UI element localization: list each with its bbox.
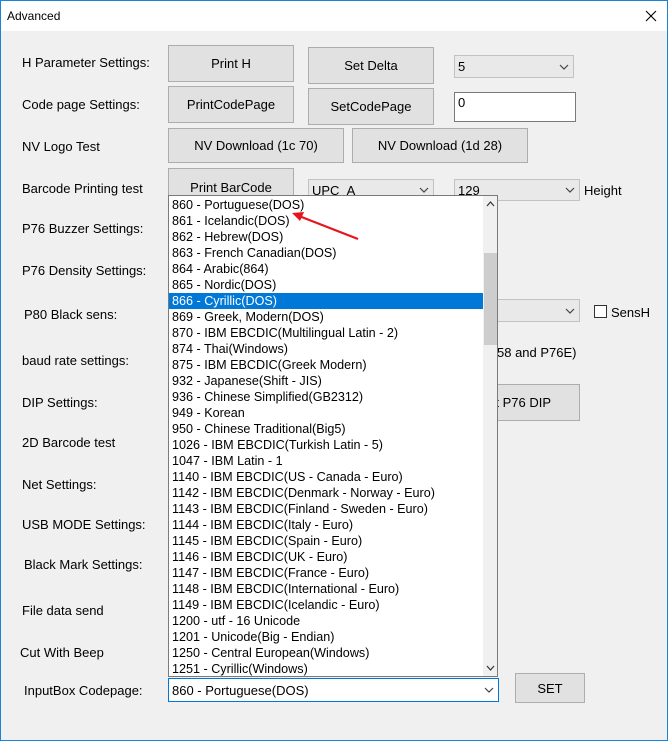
dropdown-option[interactable]: 864 - Arabic(864) (169, 261, 483, 277)
scroll-down-icon[interactable] (483, 660, 497, 676)
title-bar: Advanced (1, 1, 667, 31)
p76-buzzer-label: P76 Buzzer Settings: (22, 221, 144, 236)
height-label: Height (584, 183, 622, 198)
baud-rate-label: baud rate settings: (22, 353, 129, 368)
dropdown-option[interactable]: 1201 - Unicode(Big - Endian) (169, 629, 483, 645)
dropdown-option[interactable]: 1144 - IBM EBCDIC(Italy - Euro) (169, 517, 483, 533)
dropdown-option[interactable]: 862 - Hebrew(DOS) (169, 229, 483, 245)
dropdown-option[interactable]: 1145 - IBM EBCDIC(Spain - Euro) (169, 533, 483, 549)
dropdown-option[interactable]: 950 - Chinese Traditional(Big5) (169, 421, 483, 437)
inputbox-codepage-label: InputBox Codepage: (24, 683, 143, 698)
p80-black-combo[interactable] (491, 299, 580, 322)
set-delta-button[interactable]: Set Delta (308, 47, 434, 84)
dropdown-option[interactable]: 874 - Thai(Windows) (169, 341, 483, 357)
nv-download-1d28-button[interactable]: NV Download (1d 28) (352, 128, 528, 163)
barcode-label: Barcode Printing test (22, 181, 143, 196)
code-page-input[interactable]: 0 (454, 92, 576, 122)
dropdown-items: 860 - Portuguese(DOS) 861 - Icelandic(DOS… (169, 197, 483, 676)
dropdown-option[interactable]: 875 - IBM EBCDIC(Greek Modern) (169, 357, 483, 373)
dip-label: DIP Settings: (22, 395, 98, 410)
h-parameter-label: H Parameter Settings: (22, 55, 150, 70)
window-title: Advanced (7, 9, 61, 23)
p80-black-label: P80 Black sens: (24, 307, 118, 322)
close-icon[interactable] (637, 3, 665, 29)
dropdown-option[interactable]: 861 - Icelandic(DOS) (169, 213, 483, 229)
dropdown-option[interactable]: 869 - Greek, Modern(DOS) (169, 309, 483, 325)
chevron-down-icon (564, 306, 576, 316)
dropdown-option[interactable]: 949 - Korean (169, 405, 483, 421)
code-page-label: Code page Settings: (22, 97, 140, 112)
dropdown-option[interactable]: 932 - Japanese(Shift - JIS) (169, 373, 483, 389)
print-h-button[interactable]: Print H (168, 45, 294, 82)
usb-mode-label: USB MODE Settings: (22, 517, 146, 532)
p76-density-label: P76 Density Settings: (22, 263, 147, 278)
inputbox-codepage-combo[interactable]: 860 - Portuguese(DOS) (168, 678, 499, 702)
codepage-dropdown-list[interactable]: 860 - Portuguese(DOS) 861 - Icelandic(DOS… (168, 195, 498, 677)
dropdown-option[interactable]: 1140 - IBM EBCDIC(US - Canada - Euro) (169, 469, 483, 485)
dropdown-option[interactable]: 936 - Chinese Simplified(GB2312) (169, 389, 483, 405)
dropdown-option[interactable]: 1142 - IBM EBCDIC(Denmark - Norway - Eur… (169, 485, 483, 501)
delta-combo[interactable]: 5 (454, 55, 574, 78)
dropdown-option[interactable]: 1250 - Central European(Windows) (169, 645, 483, 661)
chevron-down-icon (483, 685, 495, 695)
net-settings-label: Net Settings: (22, 477, 97, 492)
dropdown-option[interactable]: 866 - Cyrillic(DOS) (169, 293, 483, 309)
nv-logo-label: NV Logo Test (22, 139, 100, 154)
scrollbar-thumb[interactable] (484, 253, 497, 345)
dropdown-option[interactable]: 863 - French Canadian(DOS) (169, 245, 483, 261)
dropdown-option[interactable]: 1143 - IBM EBCDIC(Finland - Sweden - Eur… (169, 501, 483, 517)
file-data-label: File data send (22, 603, 104, 618)
dropdown-option[interactable]: 870 - IBM EBCDIC(Multilingual Latin - 2) (169, 325, 483, 341)
black-mark-label: Black Mark Settings: (24, 557, 143, 572)
baud-trailing-text: 58 and P76E) (497, 345, 577, 360)
set-code-page-button[interactable]: SetCodePage (308, 88, 434, 125)
dropdown-option[interactable]: 865 - Nordic(DOS) (169, 277, 483, 293)
set-button[interactable]: SET (515, 673, 585, 703)
nv-download-1c70-button[interactable]: NV Download (1c 70) (168, 128, 344, 163)
barcode-2d-label: 2D Barcode test (22, 435, 116, 450)
print-barcode-button[interactable]: Print BarCode (168, 168, 294, 198)
chevron-down-icon (564, 185, 576, 195)
dropdown-option[interactable]: 1026 - IBM EBCDIC(Turkish Latin - 5) (169, 437, 483, 453)
dropdown-option[interactable]: 1148 - IBM EBCDIC(International - Euro) (169, 581, 483, 597)
chevron-down-icon (418, 185, 430, 195)
dropdown-option[interactable]: 1200 - utf - 16 Unicode (169, 613, 483, 629)
dropdown-option[interactable]: 1147 - IBM EBCDIC(France - Euro) (169, 565, 483, 581)
advanced-window: Advanced H Parameter Settings: Print H S… (0, 0, 668, 741)
dropdown-option[interactable]: 1146 - IBM EBCDIC(UK - Euro) (169, 549, 483, 565)
delta-combo-value: 5 (458, 59, 466, 74)
inputbox-codepage-value: 860 - Portuguese(DOS) (172, 682, 309, 698)
chevron-down-icon (558, 62, 570, 72)
dropdown-option[interactable]: 1047 - IBM Latin - 1 (169, 453, 483, 469)
sensh-checkbox[interactable] (594, 305, 607, 318)
scroll-up-icon[interactable] (483, 196, 497, 212)
sensh-label: SensH (611, 305, 651, 320)
cut-with-beep-label: Cut With Beep (20, 645, 104, 660)
print-code-page-button[interactable]: PrintCodePage (168, 86, 294, 123)
dropdown-option[interactable]: 1149 - IBM EBCDIC(Icelandic - Euro) (169, 597, 483, 613)
dropdown-scrollbar[interactable] (483, 196, 497, 676)
dropdown-option[interactable]: 860 - Portuguese(DOS) (169, 197, 483, 213)
dropdown-option[interactable]: 1251 - Cyrillic(Windows) (169, 661, 483, 676)
